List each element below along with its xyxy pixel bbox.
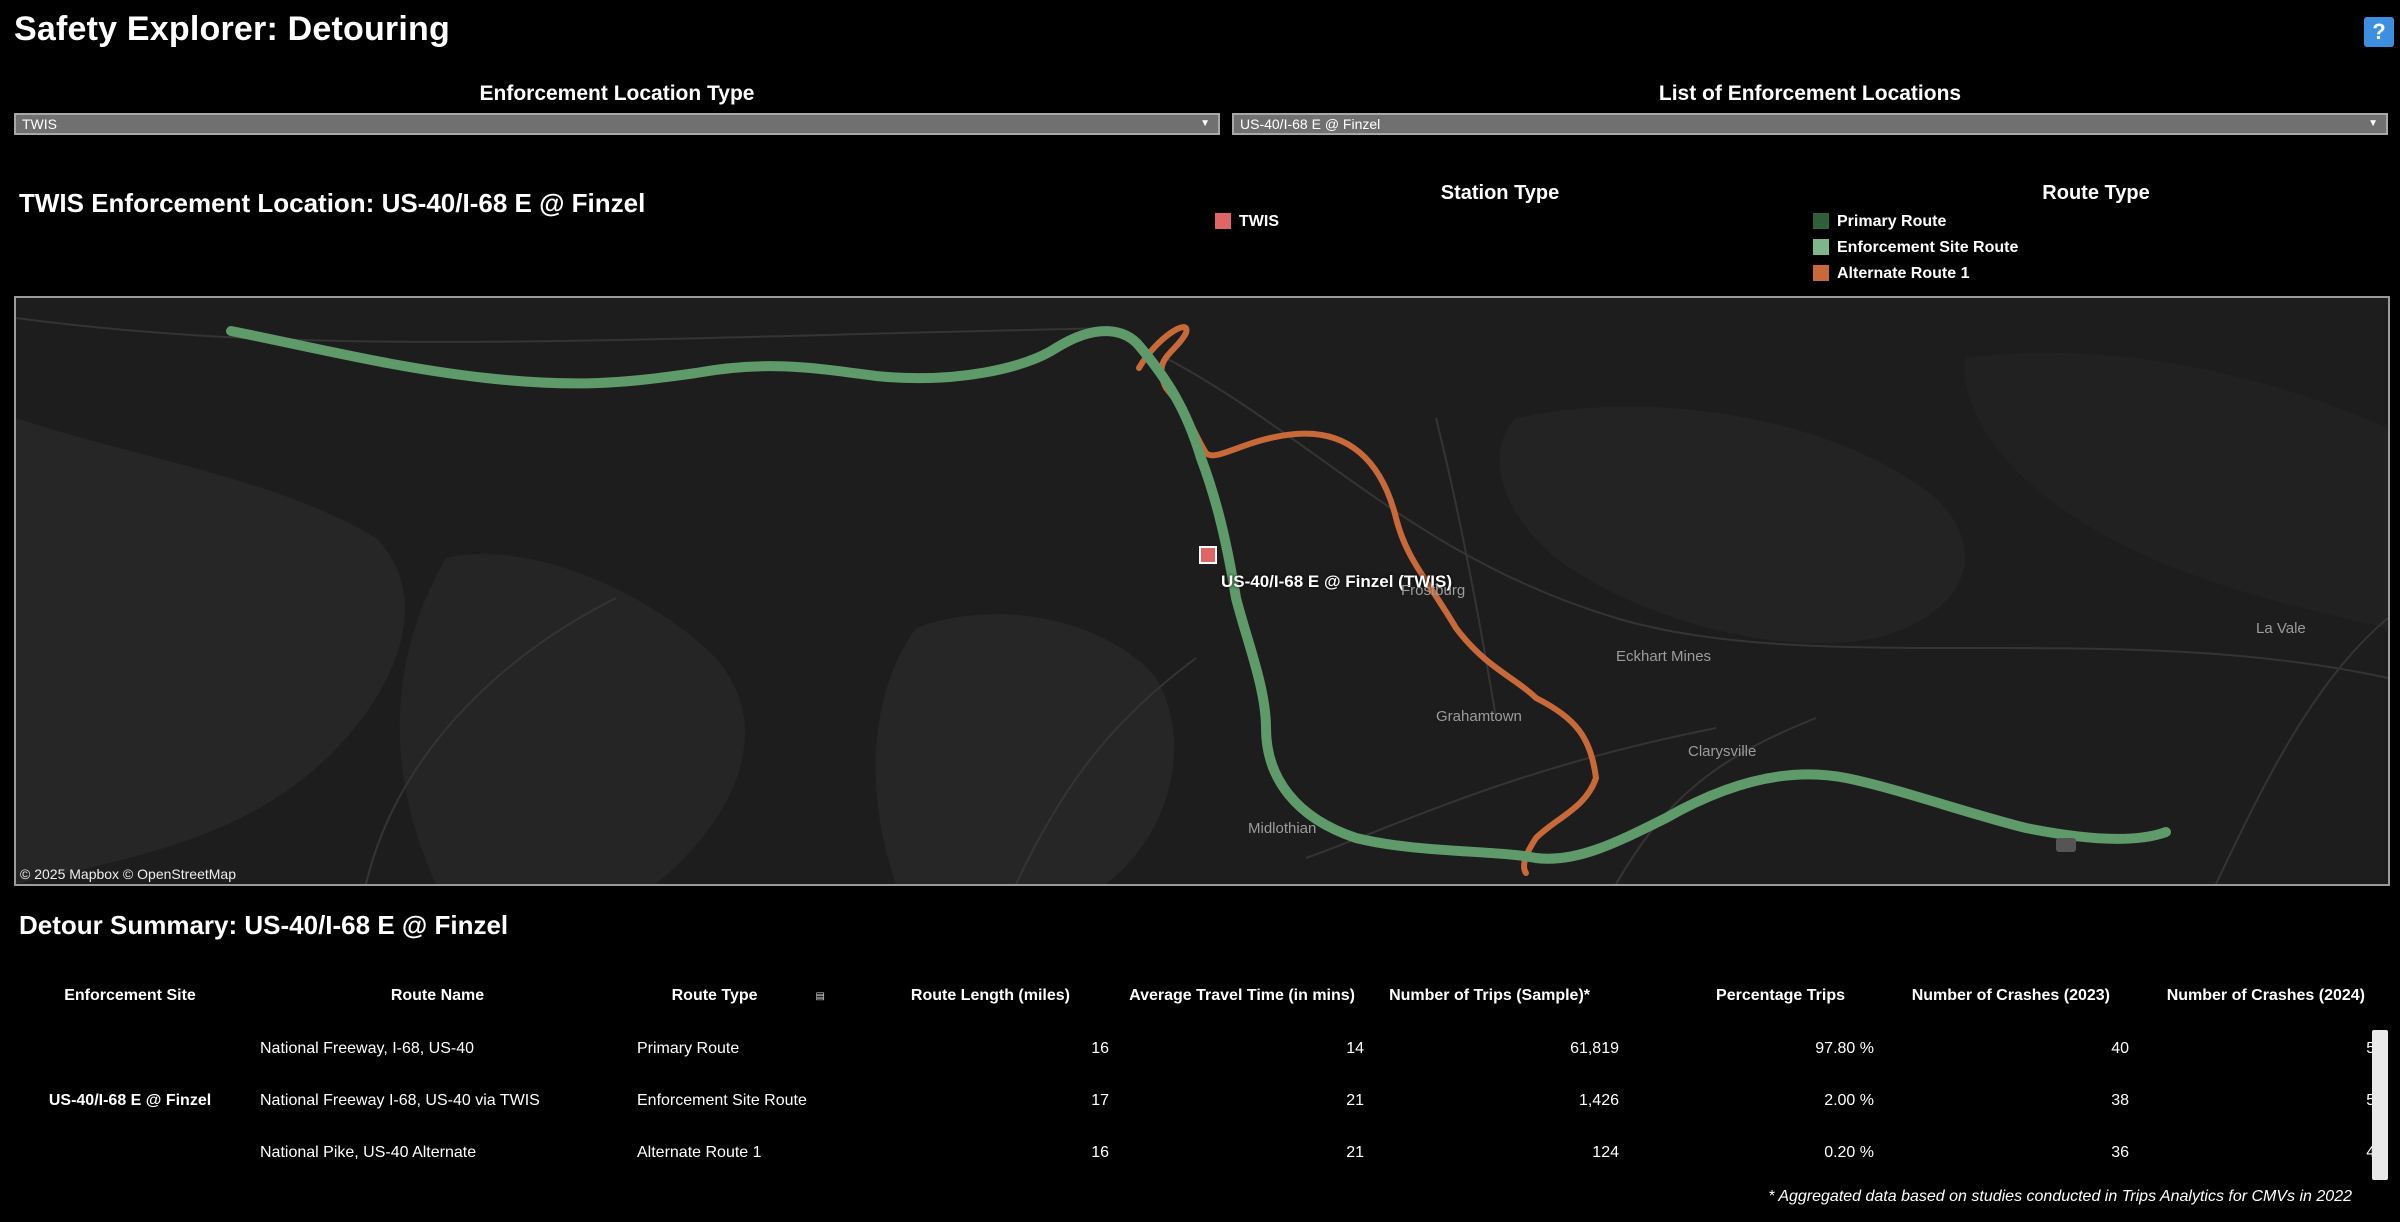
place-label: Midlothian xyxy=(1248,820,1317,837)
route-name-cell: National Pike, US-40 Alternate xyxy=(260,1144,477,1161)
highway-shield-icon xyxy=(2056,838,2076,852)
help-icon[interactable]: ? xyxy=(2364,17,2394,47)
sort-icon[interactable]: ▤ xyxy=(816,991,825,1002)
crashes-2023-cell: 38 xyxy=(2111,1092,2129,1109)
column-header[interactable]: Average Travel Time (in mins) xyxy=(1110,978,1365,1014)
column-header[interactable]: Route Length (miles) xyxy=(845,978,1110,1014)
legend-item-twis[interactable]: TWIS xyxy=(1215,211,1279,233)
route-type-cell: Primary Route xyxy=(637,1040,740,1057)
location-list-value: US-40/I-68 E @ Finzel xyxy=(1240,116,1381,132)
route-length-cell: 16 xyxy=(1091,1144,1109,1161)
legend-swatch xyxy=(1813,213,1829,229)
location-list-label: List of Enforcement Locations xyxy=(1658,82,1962,105)
location-type-dropdown[interactable]: TWIS ▼ xyxy=(14,113,1220,135)
location-type-value: TWIS xyxy=(22,116,57,132)
travel-time-cell: 21 xyxy=(1346,1144,1364,1161)
map-attribution[interactable]: © 2025 Mapbox © OpenStreetMap xyxy=(20,866,236,882)
table-row[interactable]: National Pike, US-40 Alternate Alternate… xyxy=(20,1127,2385,1179)
chevron-down-icon: ▼ xyxy=(1200,118,1210,129)
place-label: La Vale xyxy=(2256,620,2306,637)
crashes-2024-cell: 58 xyxy=(2130,1075,2385,1127)
column-header[interactable]: Enforcement Site xyxy=(20,978,240,1014)
column-header[interactable]: Route Name xyxy=(240,978,635,1014)
column-header[interactable]: Number of Crashes (2023) xyxy=(1875,978,2130,1014)
trips-cell: 1,426 xyxy=(1578,1092,1619,1109)
chevron-down-icon: ▼ xyxy=(2368,118,2378,129)
route-type-cell: Enforcement Site Route xyxy=(637,1092,807,1109)
place-label: Frostburg xyxy=(1401,582,1466,599)
crashes-2024-cell: 57 xyxy=(2130,1014,2385,1075)
detour-table: Enforcement Site Route Name Route Type ▤ … xyxy=(20,978,2385,1179)
location-title: TWIS Enforcement Location: US-40/I-68 E … xyxy=(19,188,646,218)
percentage-cell: 97.80 % xyxy=(1815,1040,1874,1057)
crashes-2023-cell: 36 xyxy=(2111,1144,2129,1161)
column-header[interactable]: Number of Crashes (2024) xyxy=(2130,978,2385,1014)
trips-cell: 61,819 xyxy=(1570,1040,1619,1057)
percentage-cell: 2.00 % xyxy=(1824,1092,1874,1109)
column-header[interactable]: Number of Trips (Sample)* xyxy=(1365,978,1620,1014)
legend-label: Primary Route xyxy=(1837,213,1947,230)
place-label: Clarysville xyxy=(1688,743,1757,760)
table-row[interactable]: US-40/I-68 E @ Finzel National Freeway, … xyxy=(20,1014,2385,1109)
route-map[interactable]: US-40/I-68 E @ Finzel (TWIS) Frostburg E… xyxy=(14,296,2390,886)
page-title: Safety Explorer: Detouring xyxy=(14,10,450,48)
table-scrollbar[interactable] xyxy=(2372,1030,2388,1180)
twis-station-marker[interactable] xyxy=(1199,546,1217,564)
legend-item-primary-route[interactable]: Primary Route xyxy=(1813,211,1946,233)
map-canvas xyxy=(16,298,2388,884)
station-type-legend-title: Station Type xyxy=(1440,182,1560,204)
trips-cell: 124 xyxy=(1592,1144,1619,1161)
route-type-legend-title: Route Type xyxy=(2042,182,2150,204)
summary-title: Detour Summary: US-40/I-68 E @ Finzel xyxy=(19,910,509,940)
column-header[interactable]: Percentage Trips xyxy=(1620,978,1875,1014)
enforcement-site-cell: US-40/I-68 E @ Finzel xyxy=(48,1092,212,1109)
legend-label: Enforcement Site Route xyxy=(1837,239,2019,256)
table-header-row: Enforcement Site Route Name Route Type ▤ … xyxy=(20,978,2385,1014)
column-header[interactable]: Route Type ▤ xyxy=(635,978,845,1014)
legend-label: Alternate Route 1 xyxy=(1837,265,1970,282)
crashes-2024-cell: 49 xyxy=(2130,1127,2385,1179)
location-list-dropdown[interactable]: US-40/I-68 E @ Finzel ▼ xyxy=(1232,113,2388,135)
table-row[interactable]: National Freeway I-68, US-40 via TWIS En… xyxy=(20,1075,2385,1127)
legend-label: TWIS xyxy=(1239,213,1279,230)
route-length-cell: 17 xyxy=(1091,1092,1109,1109)
route-name-cell: National Freeway I-68, US-40 via TWIS xyxy=(260,1092,540,1109)
crashes-2023-cell: 40 xyxy=(2111,1040,2129,1057)
legend-swatch xyxy=(1215,213,1231,229)
travel-time-cell: 14 xyxy=(1346,1040,1364,1057)
legend-item-alternate-route-1[interactable]: Alternate Route 1 xyxy=(1813,263,1969,285)
legend-swatch xyxy=(1813,265,1829,281)
route-length-cell: 16 xyxy=(1091,1040,1109,1057)
legend-swatch xyxy=(1813,239,1829,255)
legend-item-enforcement-site-route[interactable]: Enforcement Site Route xyxy=(1813,237,2018,259)
route-name-cell: National Freeway, I-68, US-40 xyxy=(260,1040,475,1057)
location-type-label: Enforcement Location Type xyxy=(479,82,755,105)
column-header-label: Route Type xyxy=(671,987,758,1004)
travel-time-cell: 21 xyxy=(1346,1092,1364,1109)
place-label: Eckhart Mines xyxy=(1616,648,1712,665)
route-type-cell: Alternate Route 1 xyxy=(637,1144,762,1161)
footnote: * Aggregated data based on studies condu… xyxy=(1768,1188,2352,1205)
place-label: Grahamtown xyxy=(1436,708,1522,725)
percentage-cell: 0.20 % xyxy=(1824,1144,1874,1161)
